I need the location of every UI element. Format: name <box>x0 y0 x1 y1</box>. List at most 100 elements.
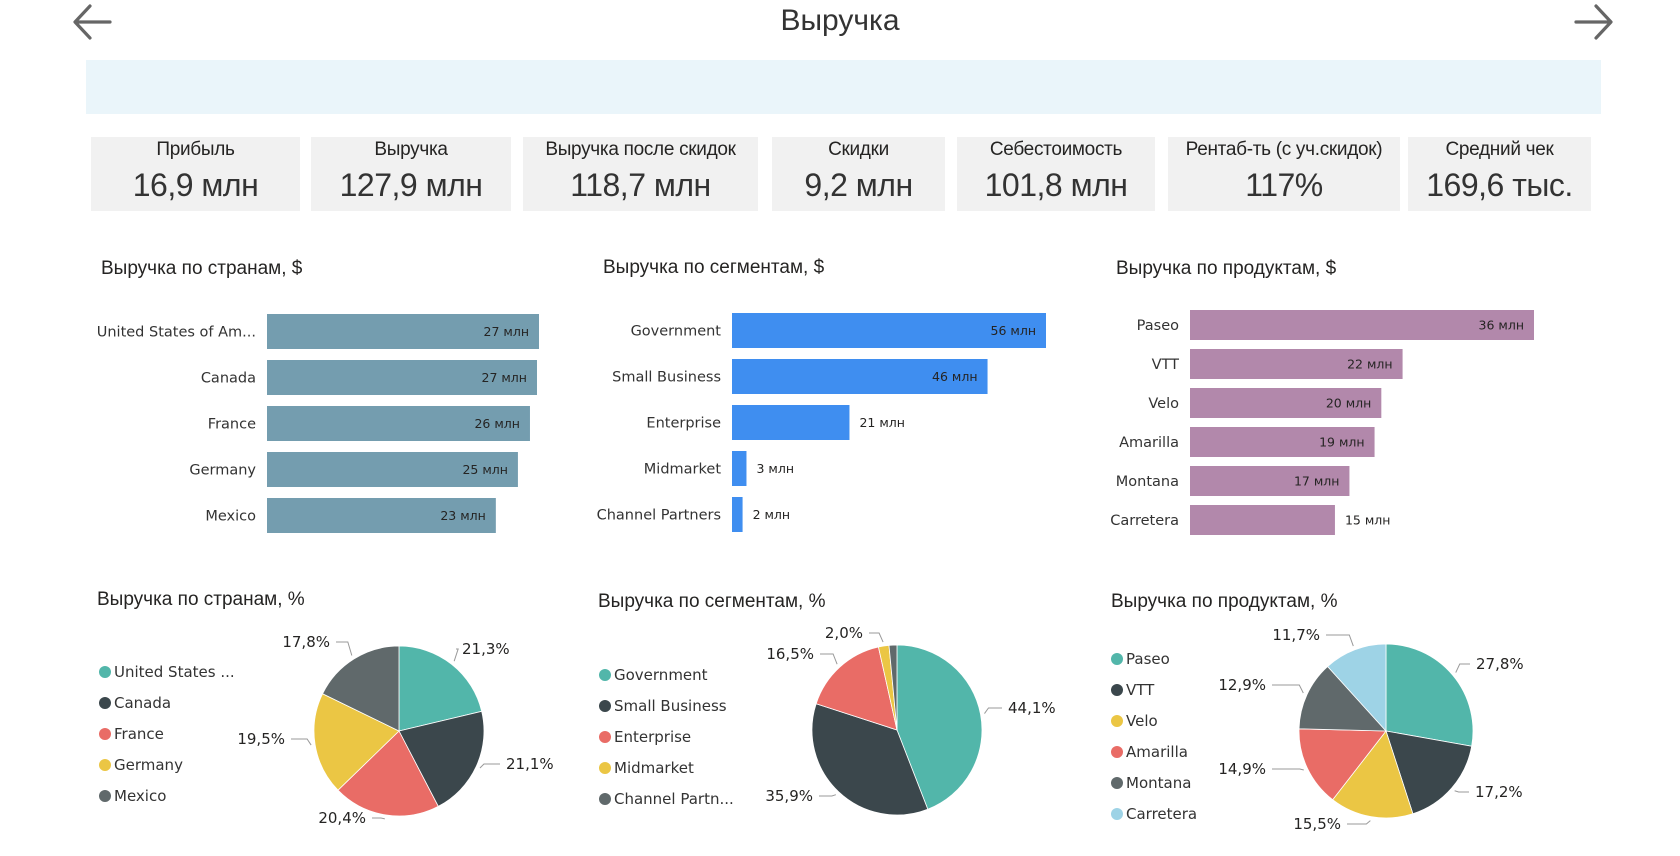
legend-dot-icon <box>99 728 111 740</box>
legend-item[interactable]: Carretera <box>1111 805 1197 823</box>
legend-item[interactable]: Midmarket <box>599 759 694 777</box>
legend-item[interactable]: Montana <box>1111 774 1191 792</box>
legend-item[interactable]: France <box>99 725 164 743</box>
data-label: 23 млн <box>440 508 485 523</box>
data-label: 27 млн <box>482 370 527 385</box>
category-label: Velo <box>1148 396 1179 412</box>
product-bar-chart: Paseo 36 млн VTT 22 млн Velo 20 млн Amarilla 19… <box>1110 310 1534 535</box>
legend-label: Enterprise <box>614 728 691 746</box>
category-label: France <box>208 417 256 433</box>
data-label: 27 млн <box>484 324 529 339</box>
country-revenue-pie-chart: 21,3% 21,1% 20,4% 19,5% 17,8% United States .… <box>99 633 554 827</box>
legend-item[interactable]: Germany <box>99 756 183 774</box>
legend-item[interactable]: Canada <box>99 694 171 712</box>
legend-item[interactable]: Mexico <box>99 787 166 805</box>
legend-item[interactable]: Government <box>599 666 708 684</box>
product-revenue-pie-chart: 27,8% 17,2% 15,5% 14,9% 12,9% 11,7% Paseo VTT Ve… <box>1111 626 1524 833</box>
legend-label: United States ... <box>114 663 235 681</box>
legend-label: Small Business <box>614 697 727 715</box>
legend-label: Montana <box>1126 774 1191 792</box>
legend-item[interactable]: Channel Partn... <box>599 790 734 808</box>
data-label: 20 млн <box>1326 396 1371 411</box>
legend-dot-icon <box>1111 808 1123 820</box>
legend-label: Amarilla <box>1126 743 1188 761</box>
legend-dot-icon <box>99 697 111 709</box>
leader-line <box>479 763 500 769</box>
legend-label: Mexico <box>114 787 166 805</box>
leader-line <box>984 707 1002 714</box>
data-label: 15 млн <box>1345 513 1390 528</box>
legend-item[interactable]: Small Business <box>599 697 727 715</box>
legend-dot-icon <box>99 790 111 802</box>
leader-line <box>1272 768 1304 771</box>
country-revenue-bar-chart: United States of Am... 27 млн Canada 27 млн… <box>97 310 1534 833</box>
legend-item[interactable]: VTT <box>1111 681 1155 699</box>
legend-label: Velo <box>1126 712 1158 730</box>
legend-dot-icon <box>1111 777 1123 789</box>
legend-item[interactable]: Velo <box>1111 712 1158 730</box>
data-label: 14,9% <box>1218 760 1266 778</box>
leader-line <box>1326 634 1354 647</box>
legend-dot-icon <box>1111 746 1123 758</box>
bar[interactable] <box>732 405 850 440</box>
data-label: 21 млн <box>859 415 904 430</box>
segment-bar-chart: Government 56 млн Small Business 46 млн Ente… <box>597 313 1046 532</box>
leader-line <box>1347 820 1371 825</box>
legend-dot-icon <box>99 666 111 678</box>
category-label: Small Business <box>612 370 721 386</box>
bar[interactable] <box>732 451 747 486</box>
legend-dot-icon <box>1111 715 1123 727</box>
data-label: 22 млн <box>1347 357 1392 372</box>
bar[interactable] <box>732 497 743 532</box>
legend-dot-icon <box>599 700 611 712</box>
category-label: Canada <box>201 371 256 387</box>
legend-label: Canada <box>114 694 171 712</box>
data-label: 19,5% <box>237 730 285 748</box>
legend-dot-icon <box>599 793 611 805</box>
data-label: 27,8% <box>1476 655 1524 673</box>
category-label: Midmarket <box>644 462 722 478</box>
category-label: Germany <box>189 463 256 479</box>
legend-item[interactable]: United States ... <box>99 663 235 681</box>
leader-line <box>869 632 884 643</box>
data-label: 17,2% <box>1475 783 1523 801</box>
category-label: Enterprise <box>646 416 721 432</box>
data-label: 44,1% <box>1008 699 1056 717</box>
data-label: 19 млн <box>1319 435 1364 450</box>
category-label: Channel Partners <box>597 508 721 524</box>
legend-label: Carretera <box>1126 805 1197 823</box>
legend-item[interactable]: Amarilla <box>1111 743 1188 761</box>
category-label: Amarilla <box>1119 435 1179 451</box>
legend-label: Germany <box>114 756 183 774</box>
leader-line <box>1454 790 1469 793</box>
data-label: 17,8% <box>282 633 330 651</box>
data-label: 16,5% <box>766 645 814 663</box>
category-label: Government <box>631 324 722 340</box>
data-label: 36 млн <box>1479 318 1524 333</box>
data-label: 11,7% <box>1272 626 1320 644</box>
legend-label: VTT <box>1126 681 1155 699</box>
legend-label: Channel Partn... <box>614 790 734 808</box>
leader-line <box>336 641 353 656</box>
legend-item[interactable]: Enterprise <box>599 728 691 746</box>
data-label: 12,9% <box>1218 676 1266 694</box>
legend-dot-icon <box>599 762 611 774</box>
leader-line <box>453 648 459 662</box>
category-label: Montana <box>1116 474 1179 490</box>
legend-item[interactable]: Paseo <box>1111 650 1170 668</box>
segment-revenue-pie-chart: 44,1% 35,9% 16,5% 2,0% Government Small Busin… <box>599 624 1056 816</box>
category-label: Mexico <box>205 509 256 525</box>
data-label: 3 млн <box>756 461 794 476</box>
data-label: 17 млн <box>1294 474 1339 489</box>
leader-line <box>819 794 837 797</box>
pie-slice[interactable] <box>1385 643 1474 747</box>
data-label: 15,5% <box>1293 815 1341 833</box>
leader-line <box>820 653 838 665</box>
category-label: Paseo <box>1137 318 1179 334</box>
legend-label: Paseo <box>1126 650 1170 668</box>
data-label: 46 млн <box>932 369 977 384</box>
legend-label: France <box>114 725 164 743</box>
legend-dot-icon <box>1111 684 1123 696</box>
country-bar-chart: United States of Am... 27 млн Canada 27 млн… <box>97 314 539 533</box>
bar[interactable] <box>1190 505 1335 535</box>
